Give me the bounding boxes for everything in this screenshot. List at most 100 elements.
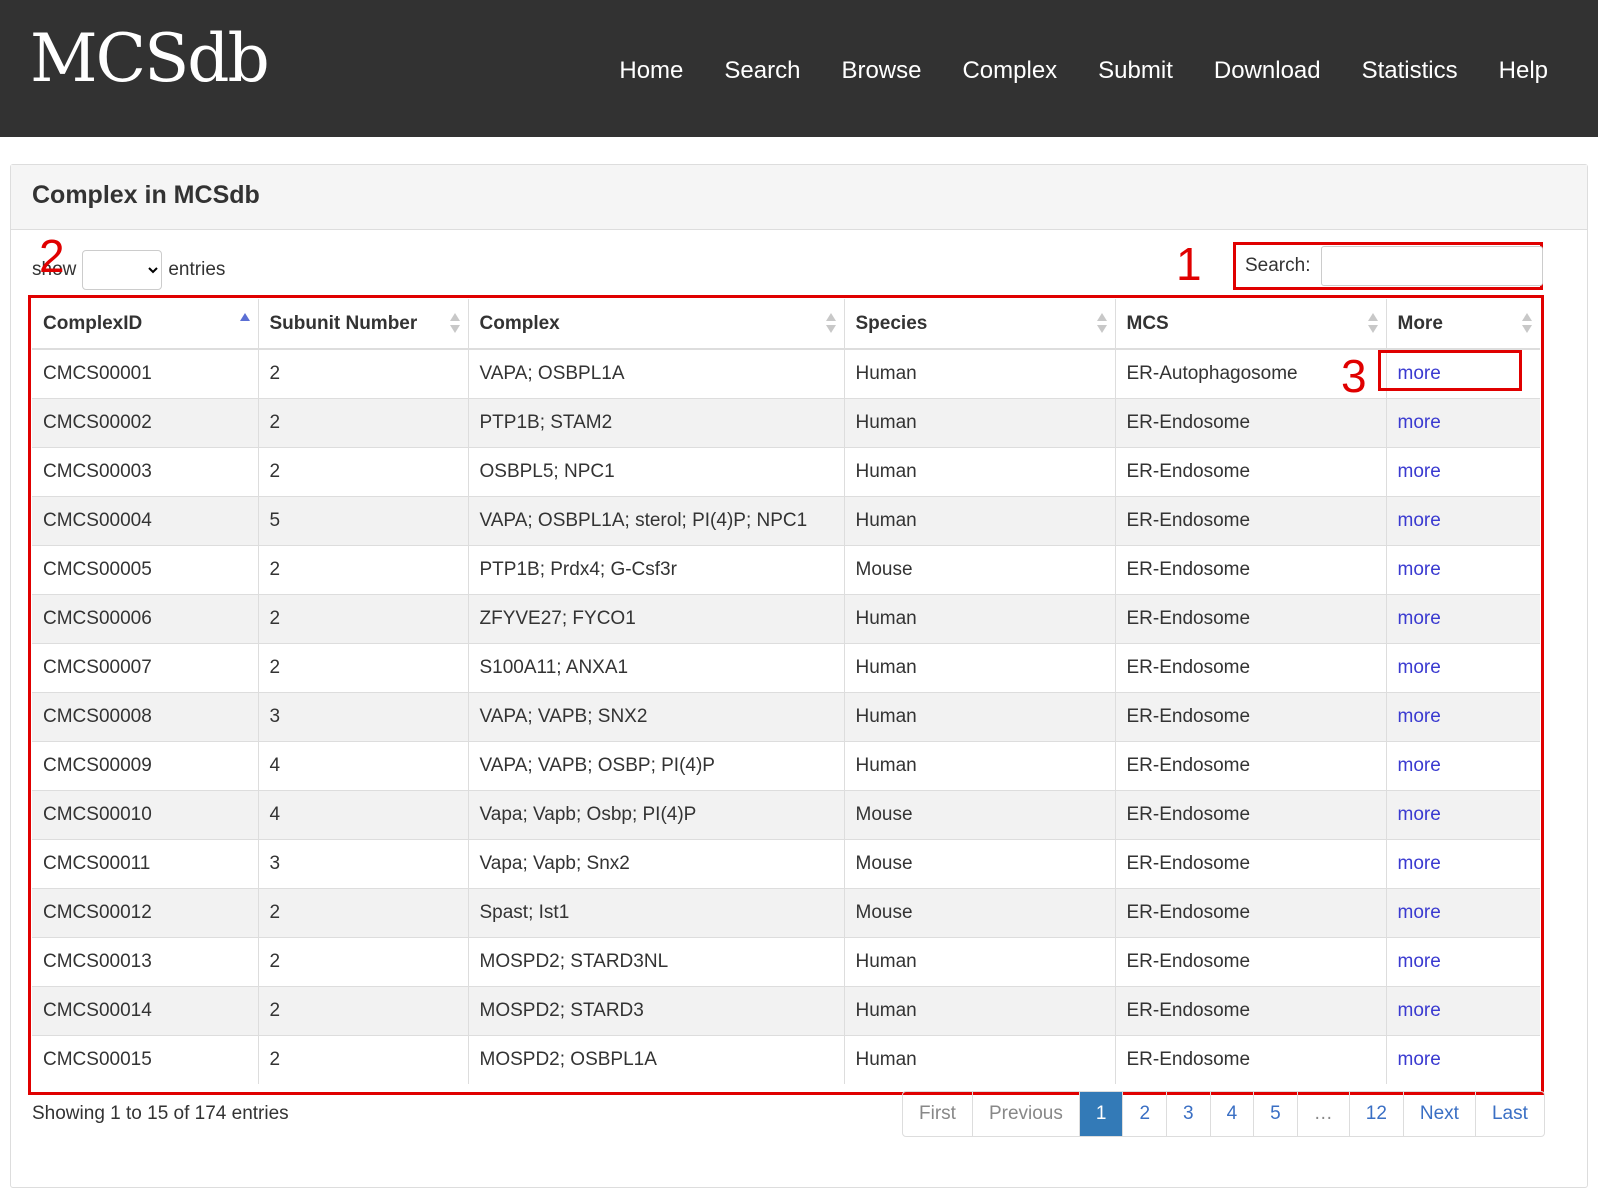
cell-subunit-number: 2 (257, 544, 468, 594)
nav-home[interactable]: Home (619, 55, 683, 87)
more-link[interactable]: more (1398, 657, 1441, 678)
page-button-5[interactable]: 5 (1253, 1092, 1297, 1136)
search-filter-box: Search: (1233, 242, 1544, 290)
column-header-complexid[interactable]: ComplexID (32, 299, 258, 350)
sort-icon (1522, 313, 1532, 335)
table-row: CMCS00012 2 Spast; Ist1 Mouse ER-Endosome mor… (32, 887, 1540, 937)
cell-subunit-number: 5 (257, 495, 468, 545)
cell-more: more (1385, 985, 1540, 1035)
column-header-species[interactable]: Species (843, 299, 1115, 350)
column-header-more[interactable]: More (1385, 299, 1540, 350)
cell-complex: Vapa; Vapb; Snx2 (467, 838, 844, 888)
cell-subunit-number: 2 (257, 397, 468, 447)
cell-more: more (1385, 642, 1540, 692)
cell-complexid: CMCS00014 (32, 985, 258, 1035)
cell-complexid: CMCS00001 (32, 348, 258, 398)
cell-complex: PTP1B; Prdx4; G-Csf3r (467, 544, 844, 594)
cell-mcs: ER-Endosome (1114, 1034, 1386, 1084)
page-button-2[interactable]: 2 (1122, 1092, 1166, 1136)
more-link[interactable]: more (1398, 853, 1441, 874)
cell-more: more (1385, 838, 1540, 888)
panel-heading: Complex in MCSdb (11, 165, 1587, 230)
cell-species: Human (843, 642, 1115, 692)
cell-complexid: CMCS00013 (32, 936, 258, 986)
cell-complexid: CMCS00011 (32, 838, 258, 888)
nav-browse[interactable]: Browse (841, 55, 921, 87)
page-ellipsis: … (1296, 1092, 1349, 1136)
cell-species: Human (843, 446, 1115, 496)
cell-subunit-number: 2 (257, 348, 468, 398)
page-button-4[interactable]: 4 (1209, 1092, 1254, 1136)
page-button-3[interactable]: 3 (1166, 1092, 1210, 1136)
page-button-12[interactable]: 12 (1348, 1092, 1403, 1136)
table-row: CMCS00014 2 MOSPD2; STARD3 Human ER-Endosome… (32, 985, 1540, 1035)
column-header-complex[interactable]: Complex (467, 299, 844, 350)
more-link[interactable]: more (1398, 1049, 1441, 1070)
cell-species: Mouse (843, 887, 1115, 937)
sort-icon (1096, 313, 1107, 335)
table-row: CMCS00005 2 PTP1B; Prdx4; G-Csf3r Mouse ER-E… (32, 544, 1540, 594)
more-link[interactable]: more (1398, 559, 1441, 580)
nav-download[interactable]: Download (1214, 55, 1321, 87)
cell-complexid: CMCS00009 (32, 740, 258, 790)
more-link[interactable]: more (1398, 1000, 1441, 1021)
nav-statistics[interactable]: Statistics (1362, 55, 1458, 87)
cell-complexid: CMCS00008 (32, 691, 258, 741)
cell-more: more (1385, 887, 1540, 937)
search-input[interactable] (1321, 246, 1544, 286)
more-link[interactable]: more (1398, 608, 1441, 629)
main-nav: Home Search Browse Complex Submit Downlo… (578, 55, 1548, 87)
cell-mcs: ER-Endosome (1114, 985, 1386, 1035)
more-link[interactable]: more (1398, 951, 1441, 972)
table-row: CMCS00004 5 VAPA; OSBPL1A; sterol; PI(4)P;… (32, 495, 1540, 545)
nav-submit[interactable]: Submit (1098, 55, 1173, 87)
more-link[interactable]: more (1398, 461, 1441, 482)
cell-complex: PTP1B; STAM2 (467, 397, 844, 447)
page-title: Complex in MCSdb (32, 181, 260, 209)
cell-complex: ZFYVE27; FYCO1 (467, 593, 844, 643)
sort-icon (449, 313, 460, 335)
column-header-subunit-number[interactable]: Subunit Number (257, 299, 468, 350)
cell-mcs: ER-Endosome (1114, 593, 1386, 643)
cell-species: Mouse (843, 544, 1115, 594)
nav-search[interactable]: Search (724, 55, 800, 87)
top-navbar: MCSdb Home Search Browse Complex Submit … (0, 0, 1598, 137)
nav-help[interactable]: Help (1499, 55, 1548, 87)
cell-species: Human (843, 691, 1115, 741)
entries-select[interactable] (82, 250, 163, 290)
more-link[interactable]: more (1398, 412, 1441, 433)
cell-complex: VAPA; OSBPL1A; sterol; PI(4)P; NPC1 (467, 495, 844, 545)
complex-table: ComplexID Subunit Number Complex Species… (32, 299, 1540, 1084)
annotation-2: 2 (39, 230, 65, 282)
brand-logo[interactable]: MCSdb (30, 26, 270, 92)
cell-species: Human (843, 985, 1115, 1035)
table-info: Showing 1 to 15 of 174 entries (32, 1103, 289, 1124)
cell-more: more (1385, 495, 1540, 545)
cell-mcs: ER-Endosome (1114, 789, 1386, 839)
last-page-button[interactable]: Last (1474, 1092, 1544, 1136)
column-header-mcs[interactable]: MCS (1114, 299, 1386, 350)
nav-complex[interactable]: Complex (962, 55, 1057, 87)
cell-more: more (1385, 544, 1540, 594)
sort-icon (1367, 313, 1378, 335)
table-row: CMCS00002 2 PTP1B; STAM2 Human ER-Endosome mo… (32, 397, 1540, 447)
more-link[interactable]: more (1398, 510, 1441, 531)
table-header-row: ComplexID Subunit Number Complex Species… (32, 299, 1540, 350)
cell-more: more (1385, 446, 1540, 496)
more-link-highlight (1378, 350, 1522, 391)
cell-complexid: CMCS00012 (32, 887, 258, 937)
cell-complex: VAPA; VAPB; OSBP; PI(4)P (467, 740, 844, 790)
cell-more: more (1385, 691, 1540, 741)
more-link[interactable]: more (1398, 755, 1441, 776)
next-page-button[interactable]: Next (1402, 1092, 1475, 1136)
more-link[interactable]: more (1398, 706, 1441, 727)
cell-subunit-number: 2 (257, 642, 468, 692)
cell-species: Human (843, 495, 1115, 545)
more-link[interactable]: more (1398, 902, 1441, 923)
more-link[interactable]: more (1398, 804, 1441, 825)
cell-complexid: CMCS00007 (32, 642, 258, 692)
page-button-1[interactable]: 1 (1078, 1092, 1123, 1136)
table-row: CMCS00013 2 MOSPD2; STARD3NL Human ER-Endoso… (32, 936, 1540, 986)
cell-complex: Vapa; Vapb; Osbp; PI(4)P (467, 789, 844, 839)
cell-complex: MOSPD2; STARD3NL (467, 936, 844, 986)
